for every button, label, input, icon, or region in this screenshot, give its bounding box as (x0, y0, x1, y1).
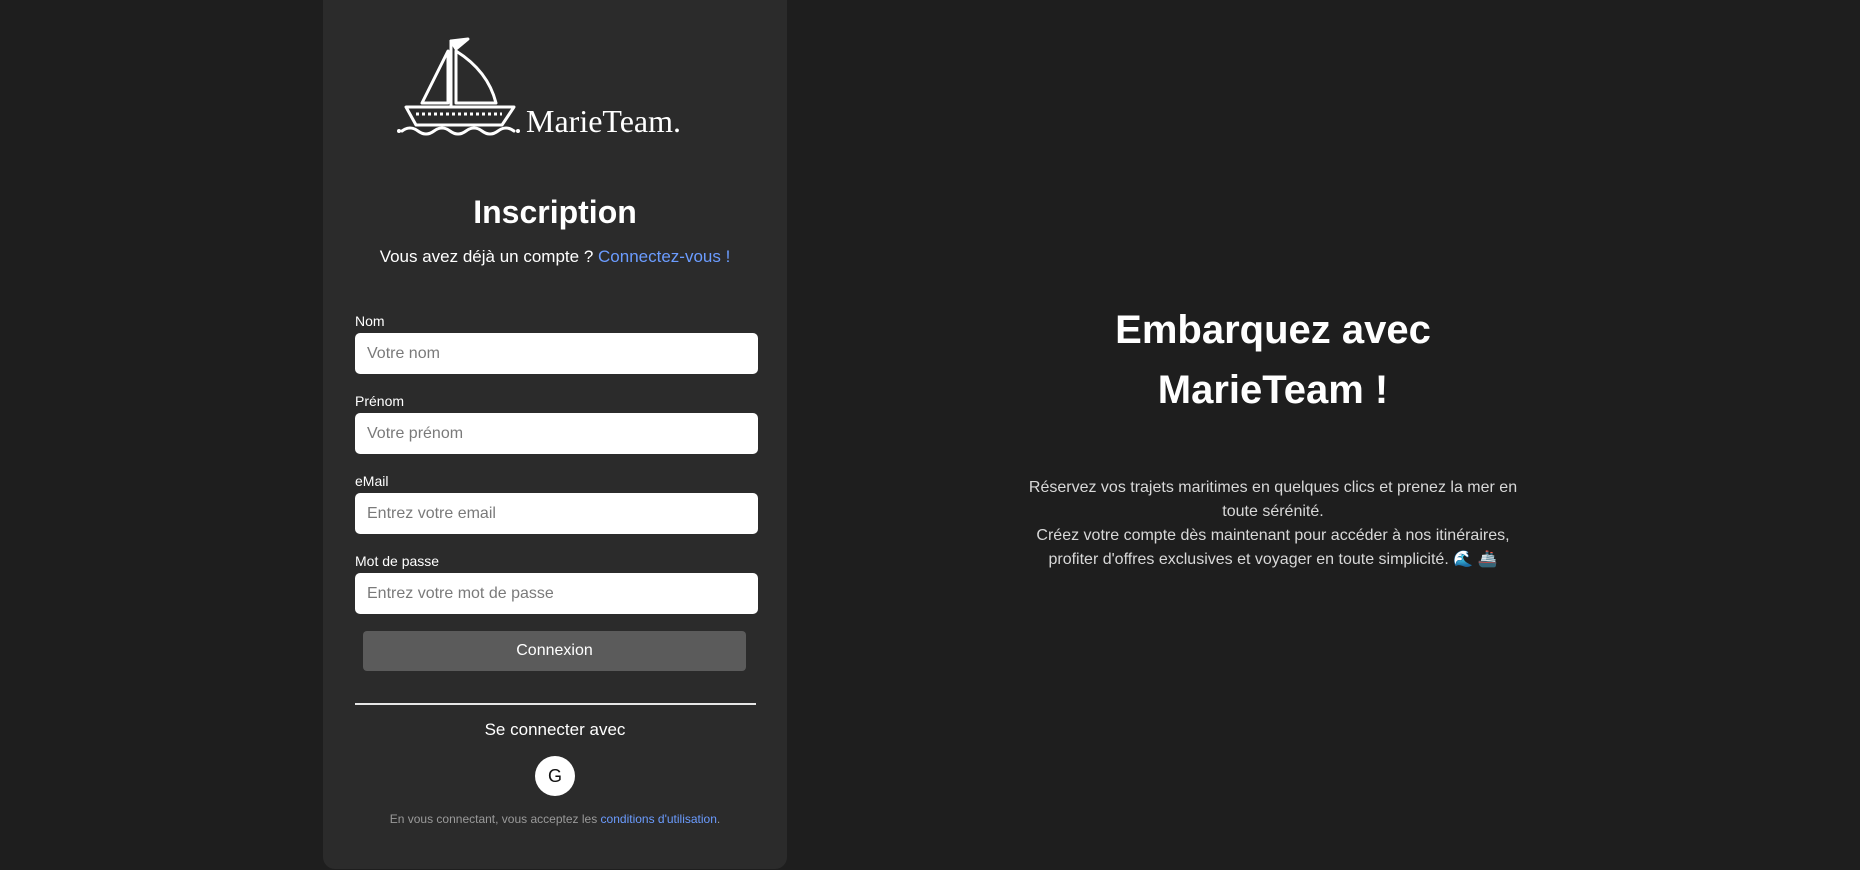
signup-page: MarieTeam. Inscription Vous avez déjà un… (0, 0, 1860, 870)
connexion-button[interactable]: Connexion (363, 631, 746, 671)
google-login-button[interactable]: G (535, 756, 575, 796)
nom-input[interactable] (355, 333, 758, 374)
divider (355, 703, 756, 705)
brand-logo: MarieTeam. (396, 35, 716, 145)
login-link[interactable]: Connectez-vous ! (598, 247, 730, 266)
nom-label: Nom (355, 313, 385, 329)
login-prompt-text: Vous avez déjà un compte ? (379, 247, 594, 266)
prenom-label: Prénom (355, 393, 405, 409)
hero-title-line2: MarieTeam ! (1157, 368, 1389, 412)
hero-title: Embarquez avec MarieTeam ! (1000, 300, 1546, 420)
sailboat-icon: MarieTeam. (397, 37, 681, 139)
hero-description: Réservez vos trajets maritimes en quelqu… (1020, 476, 1526, 572)
prenom-input[interactable] (355, 413, 758, 454)
brand-name: MarieTeam. (526, 103, 681, 139)
terms-notice: En vous connectant, vous acceptez les co… (323, 812, 787, 826)
password-input[interactable] (355, 573, 758, 614)
google-icon: G (547, 765, 562, 786)
email-label: eMail (355, 473, 389, 489)
hero-text-line2: Créez votre compte dès maintenant pour a… (1036, 527, 1510, 568)
terms-link[interactable]: conditions d'utilisation (601, 812, 717, 826)
signup-card: MarieTeam. Inscription Vous avez déjà un… (323, 0, 787, 869)
social-login-label: Se connecter avec (484, 720, 626, 739)
email-input[interactable] (355, 493, 758, 534)
terms-end: . (716, 812, 721, 826)
terms-text: En vous connectant, vous acceptez les (389, 812, 598, 826)
hero-title-line1: Embarquez avec (1115, 308, 1431, 352)
page-title: Inscription (473, 194, 637, 230)
login-prompt: Vous avez déjà un compte ? Connectez-vou… (323, 247, 787, 267)
hero-text-line1: Réservez vos trajets maritimes en quelqu… (1028, 479, 1518, 520)
password-label: Mot de passe (355, 553, 440, 569)
